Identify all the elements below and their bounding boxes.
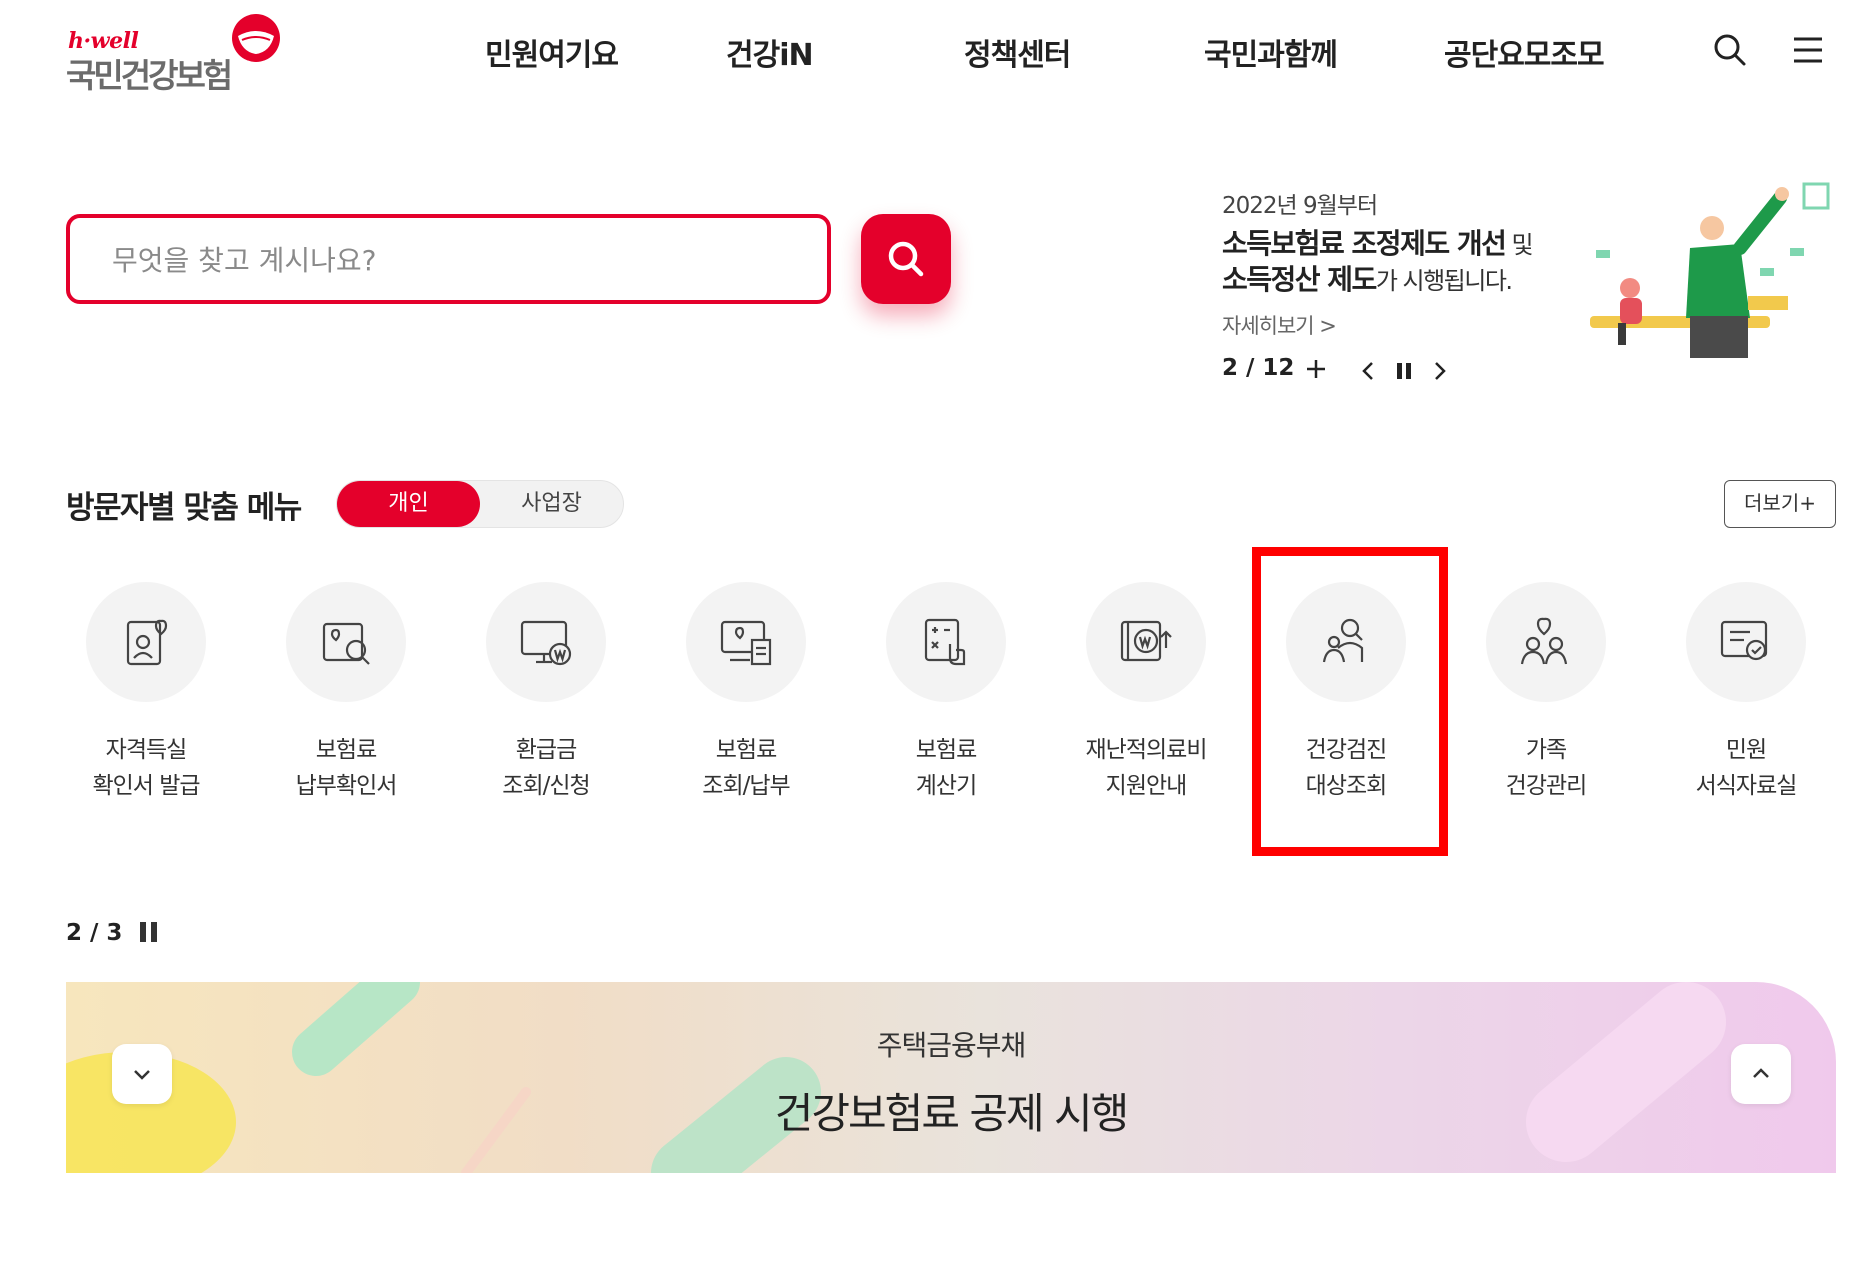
banner-decoration <box>66 982 1726 1173</box>
menu-label-line1: 보험료 <box>715 737 777 763</box>
menu-icon-circle <box>486 582 606 702</box>
menu-label-line1: 자격득실 <box>105 737 188 763</box>
menu-label-line2: 지원안내 <box>1105 773 1188 799</box>
tab-business[interactable]: 사업장 <box>480 481 623 527</box>
qualification-certificate-icon <box>126 619 168 666</box>
promo-headline-2-light: 가 시행됩니다. <box>1375 267 1513 295</box>
menu-icon-circle <box>1686 582 1806 702</box>
nav-item-health-in[interactable]: 건강iN <box>726 30 814 74</box>
more-button[interactable]: 더보기+ <box>1724 480 1836 528</box>
promo-headline-1: 소득보험료 조정제도 개선 및 <box>1222 222 1534 262</box>
menu-icon-circle <box>1086 582 1206 702</box>
menu-label-line2: 조회/납부 <box>702 773 790 799</box>
promo-date: 2022년 9월부터 <box>1222 193 1378 219</box>
nav-item-with-people[interactable]: 국민과함께 <box>1204 30 1338 74</box>
promo-headline-2: 소득정산 제도가 시행됩니다. <box>1222 258 1513 298</box>
refund-inquiry-icon <box>520 620 572 666</box>
menu-label: 환급금조회/신청 <box>456 732 636 804</box>
premium-payment-confirm-icon <box>322 622 370 665</box>
menu-label: 가족건강관리 <box>1456 732 1636 804</box>
menu-label: 자격득실확인서 발급 <box>56 732 236 804</box>
search-button[interactable] <box>861 214 951 304</box>
logo-mark-icon <box>232 14 280 62</box>
family-health-management-icon <box>1520 617 1568 665</box>
menu-label-line1: 가족 <box>1525 737 1567 763</box>
menu-label-line2: 계산기 <box>915 773 977 799</box>
logo-name-text: 국민건강보험 <box>66 56 233 95</box>
menu-icon-circle <box>686 582 806 702</box>
chevron-right-icon[interactable] <box>1432 360 1448 382</box>
civil-forms-library-icon <box>1720 620 1768 661</box>
menu-label: 보험료계산기 <box>856 732 1036 804</box>
premium-calculator-icon <box>924 618 966 666</box>
chevron-left-icon[interactable] <box>1360 360 1376 382</box>
promo-headline-1-bold: 소득보험료 조정제도 개선 <box>1222 227 1507 260</box>
promo-headline-1-light: 및 <box>1505 231 1533 259</box>
chevron-down-icon <box>134 1070 150 1080</box>
menu-icon-circle <box>286 582 406 702</box>
menu-label-line1: 민원 <box>1725 737 1767 763</box>
menu-label: 보험료납부확인서 <box>256 732 436 804</box>
plus-icon[interactable] <box>1305 358 1327 380</box>
search-input[interactable] <box>110 232 790 288</box>
menu-label-line1: 보험료 <box>915 737 977 763</box>
pause-icon[interactable] <box>1395 361 1413 381</box>
visitor-type-toggle: 개인 사업장 <box>336 480 624 528</box>
promo-headline-2-bold: 소득정산 제도 <box>1222 263 1377 296</box>
site-logo[interactable]: h·well 국민건강보험 <box>66 12 296 95</box>
menu-label-line2: 서식자료실 <box>1695 773 1798 799</box>
chevron-up-icon <box>1753 1068 1769 1078</box>
search-icon[interactable] <box>1710 30 1750 70</box>
banner-expand-button[interactable] <box>1731 1044 1791 1104</box>
highlight-box <box>1252 547 1448 856</box>
premium-inquiry-payment-icon <box>720 620 772 666</box>
menu-label-line2: 확인서 발급 <box>92 773 200 799</box>
promo-illustration <box>1590 182 1830 358</box>
nav-item-about[interactable]: 공단요모조모 <box>1444 30 1605 74</box>
catastrophic-medical-support-icon <box>1120 620 1172 662</box>
menu-label-line2: 조회/신청 <box>502 773 590 799</box>
tab-individual[interactable]: 개인 <box>337 481 480 527</box>
banner-collapse-button[interactable] <box>112 1044 172 1104</box>
menu-icon-circle <box>1486 582 1606 702</box>
promo-more-link[interactable]: 자세히보기 > <box>1222 310 1337 340</box>
menu-icon-circle <box>886 582 1006 702</box>
search-box <box>66 214 831 304</box>
menu-label: 보험료조회/납부 <box>656 732 836 804</box>
menu-pager: 2 / 3 <box>66 920 123 946</box>
menu-pause-icon[interactable] <box>140 922 158 942</box>
visitor-menu-title: 방문자별 맞춤 메뉴 <box>66 490 302 526</box>
menu-label: 재난적의료비지원안내 <box>1056 732 1236 804</box>
menu-label-line1: 환급금 <box>515 737 577 763</box>
menu-label-line1: 재난적의료비 <box>1085 737 1208 763</box>
banner-subtitle: 주택금융부채 <box>876 1029 1027 1062</box>
notice-banner[interactable]: 주택금융부채 건강보험료 공제 시행 <box>66 982 1836 1173</box>
menu-icon-circle <box>86 582 206 702</box>
promo-pager: 2 / 12 <box>1222 355 1295 381</box>
menu-label-line1: 보험료 <box>315 737 377 763</box>
banner-title: 건강보험료 공제 시행 <box>774 1089 1129 1138</box>
menu-label-line2: 납부확인서 <box>295 773 398 799</box>
nav-item-civil[interactable]: 민원여기요 <box>485 30 619 74</box>
menu-label-line2: 건강관리 <box>1505 773 1588 799</box>
search-button-icon <box>888 241 924 277</box>
menu-label: 민원서식자료실 <box>1656 732 1836 804</box>
menu-hamburger-icon[interactable] <box>1788 30 1828 70</box>
nav-item-policy[interactable]: 정책센터 <box>964 30 1071 74</box>
